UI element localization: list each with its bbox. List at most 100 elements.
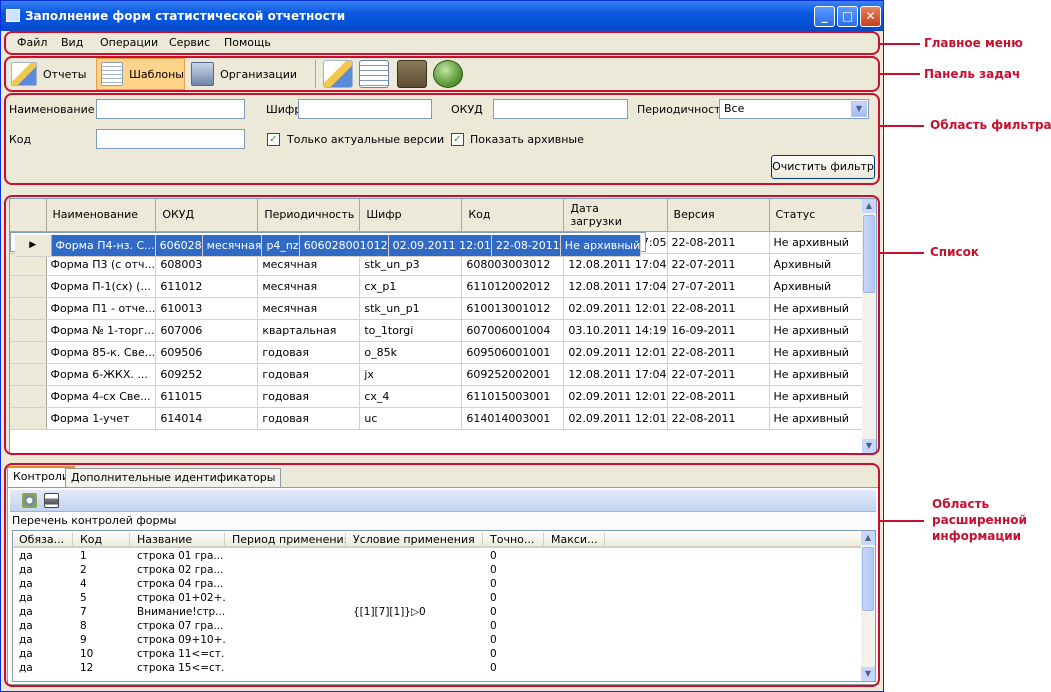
row-header[interactable] xyxy=(10,385,47,408)
cell-name[interactable]: Форма П4-нз. С... xyxy=(51,234,156,257)
cell-upload-date[interactable]: 02.09.2011 12:01 xyxy=(388,234,492,257)
cell-cipher[interactable]: o_85k xyxy=(359,341,463,364)
cell-status[interactable]: Архивный xyxy=(769,253,874,276)
print-icon[interactable] xyxy=(44,493,59,508)
list-item[interactable]: да 9 строка 09+10+... 0 xyxy=(13,634,863,648)
col-code[interactable]: Код xyxy=(461,199,565,232)
cell-cipher[interactable]: cx_4 xyxy=(359,385,463,408)
cell-period[interactable]: годовая xyxy=(257,363,361,386)
cell-name[interactable]: Форма 4-сх Све... xyxy=(46,385,157,408)
scroll-down-icon[interactable]: ▼ xyxy=(861,667,875,681)
list-item[interactable]: да 12 строка 15<=ст... 0 xyxy=(13,662,863,676)
list-item[interactable]: да 8 строка 07 гра... 0 xyxy=(13,620,863,634)
col-cipher[interactable]: Шифр xyxy=(359,199,463,232)
col-name[interactable]: Наименование xyxy=(46,199,157,232)
minimize-button[interactable]: _ xyxy=(814,6,835,27)
cell-upload-date[interactable]: 12.08.2011 17:04 xyxy=(563,363,668,386)
chevron-down-icon[interactable]: ▼ xyxy=(851,101,867,117)
cell-name[interactable]: Форма П-1(сх) (... xyxy=(46,275,157,298)
menu-file[interactable]: Файл xyxy=(17,36,47,49)
cell-period[interactable]: месячная xyxy=(257,275,361,298)
settings-icon[interactable] xyxy=(22,493,37,508)
cell-status[interactable]: Не архивный xyxy=(769,363,874,386)
cell-name[interactable]: Форма П1 - отче... xyxy=(46,297,157,320)
forms-icon[interactable] xyxy=(359,60,389,88)
cell-cipher[interactable]: stk_un_p1 xyxy=(359,297,463,320)
col-apply-period[interactable]: Период применения xyxy=(226,533,346,547)
cell-upload-date[interactable]: 02.09.2011 12:01 xyxy=(563,407,668,430)
cell-status[interactable]: Не архивный xyxy=(560,234,642,257)
cell-version[interactable]: 16-09-2011 xyxy=(667,319,770,342)
col-period[interactable]: Периодичность xyxy=(257,199,361,232)
edit-icon[interactable] xyxy=(323,60,353,88)
cell-cipher[interactable]: cx_p1 xyxy=(359,275,463,298)
col-control-name[interactable]: Название xyxy=(131,533,225,547)
table-row[interactable]: Форма 85-к. Све... 609506 годовая o_85k 6095… xyxy=(10,341,874,364)
cell-okud[interactable]: 610013 xyxy=(155,297,259,320)
cell-okud[interactable]: 611015 xyxy=(155,385,259,408)
col-control-code[interactable]: Код xyxy=(74,533,130,547)
cell-status[interactable]: Не архивный xyxy=(769,385,874,408)
table-row[interactable]: Форма № 1-торг... 607006 квартальная to_1to… xyxy=(10,319,874,342)
row-header[interactable] xyxy=(10,407,47,430)
cell-upload-date[interactable]: 02.09.2011 12:01 xyxy=(563,341,668,364)
col-okud[interactable]: ОКУД xyxy=(155,199,259,232)
table-row[interactable]: Форма 4-сх Све... 611015 годовая cx_4 611015… xyxy=(10,385,874,408)
col-required[interactable]: Обяза... xyxy=(13,533,73,547)
cell-version[interactable]: 22-07-2011 xyxy=(667,363,770,386)
package-download-icon[interactable] xyxy=(397,60,427,88)
cell-version[interactable]: 22-08-2011 xyxy=(667,231,770,254)
cell-cipher[interactable]: p4_nz xyxy=(261,234,300,257)
cell-name[interactable]: Форма 1-учет xyxy=(46,407,157,430)
row-header[interactable] xyxy=(10,319,47,342)
list-item[interactable]: да 10 строка 11<=ст... 0 xyxy=(13,648,863,662)
cell-name[interactable]: Форма 85-к. Све... xyxy=(46,341,157,364)
cell-period[interactable]: годовая xyxy=(257,407,361,430)
maximize-button[interactable]: □ xyxy=(837,6,858,27)
tab-additional-identifiers[interactable]: Дополнительные идентификаторы xyxy=(65,468,282,488)
cell-okud[interactable]: 606028 xyxy=(155,234,203,257)
list-item[interactable]: да 5 строка 01+02+... 0 xyxy=(13,592,863,606)
menu-help[interactable]: Помощь xyxy=(224,36,271,49)
period-select[interactable]: Все ▼ xyxy=(719,99,869,119)
cell-status[interactable]: Не архивный xyxy=(769,407,874,430)
list-item[interactable]: да 4 строка 04 гра... 0 xyxy=(13,578,863,592)
col-upload-date[interactable]: Дата загрузки xyxy=(563,199,668,232)
cell-name[interactable]: Форма № 1-торг... xyxy=(46,319,157,342)
cell-code[interactable]: 609506001001 xyxy=(461,341,565,364)
cell-okud[interactable]: 614014 xyxy=(155,407,259,430)
cell-code[interactable]: 611015003001 xyxy=(461,385,565,408)
cell-period[interactable]: месячная xyxy=(257,297,361,320)
cell-status[interactable]: Архивный xyxy=(769,275,874,298)
col-precision[interactable]: Точно... xyxy=(484,533,544,547)
menu-operations[interactable]: Операции xyxy=(100,36,158,49)
cell-status[interactable]: Не архивный xyxy=(769,341,874,364)
scroll-down-icon[interactable]: ▼ xyxy=(862,439,876,453)
controls-scrollbar[interactable]: ▲ ▼ xyxy=(861,531,875,681)
cell-version[interactable]: 22-08-2011 xyxy=(667,407,770,430)
cell-okud[interactable]: 607006 xyxy=(155,319,259,342)
table-row[interactable]: Форма 6-ЖКХ. ... 609252 годовая jx 609252002… xyxy=(10,363,874,386)
cell-cipher[interactable]: jx xyxy=(359,363,463,386)
list-item[interactable]: да 2 строка 02 гра... 0 xyxy=(13,564,863,578)
cell-okud[interactable]: 611012 xyxy=(155,275,259,298)
code-input[interactable] xyxy=(96,129,245,149)
cell-cipher[interactable]: uc xyxy=(359,407,463,430)
table-row[interactable]: Форма 1-учет 614014 годовая uc 614014003001 0… xyxy=(10,407,874,430)
scroll-thumb[interactable] xyxy=(862,547,874,611)
list-scrollbar[interactable]: ▲ ▼ xyxy=(862,199,876,453)
cell-period[interactable]: годовая xyxy=(257,385,361,408)
cell-upload-date[interactable]: 03.10.2011 14:19 xyxy=(563,319,668,342)
cell-version[interactable]: 22-07-2011 xyxy=(667,253,770,276)
col-status[interactable]: Статус xyxy=(769,199,874,232)
menu-service[interactable]: Сервис xyxy=(169,36,210,49)
cell-name[interactable]: Форма 6-ЖКХ. ... xyxy=(46,363,157,386)
row-header[interactable]: ▶ xyxy=(15,234,52,257)
cell-cipher[interactable]: to_1torgi xyxy=(359,319,463,342)
show-archive-checkbox[interactable]: ✓ xyxy=(451,133,464,146)
cell-code[interactable]: 614014003001 xyxy=(461,407,565,430)
scroll-up-icon[interactable]: ▲ xyxy=(861,531,875,545)
cell-code[interactable]: 606028001012 xyxy=(299,234,389,257)
list-item[interactable]: да 7 Внимание!стр... {[1][7][1]}▷0 0 xyxy=(13,606,863,620)
col-maximum[interactable]: Макси... xyxy=(545,533,605,547)
